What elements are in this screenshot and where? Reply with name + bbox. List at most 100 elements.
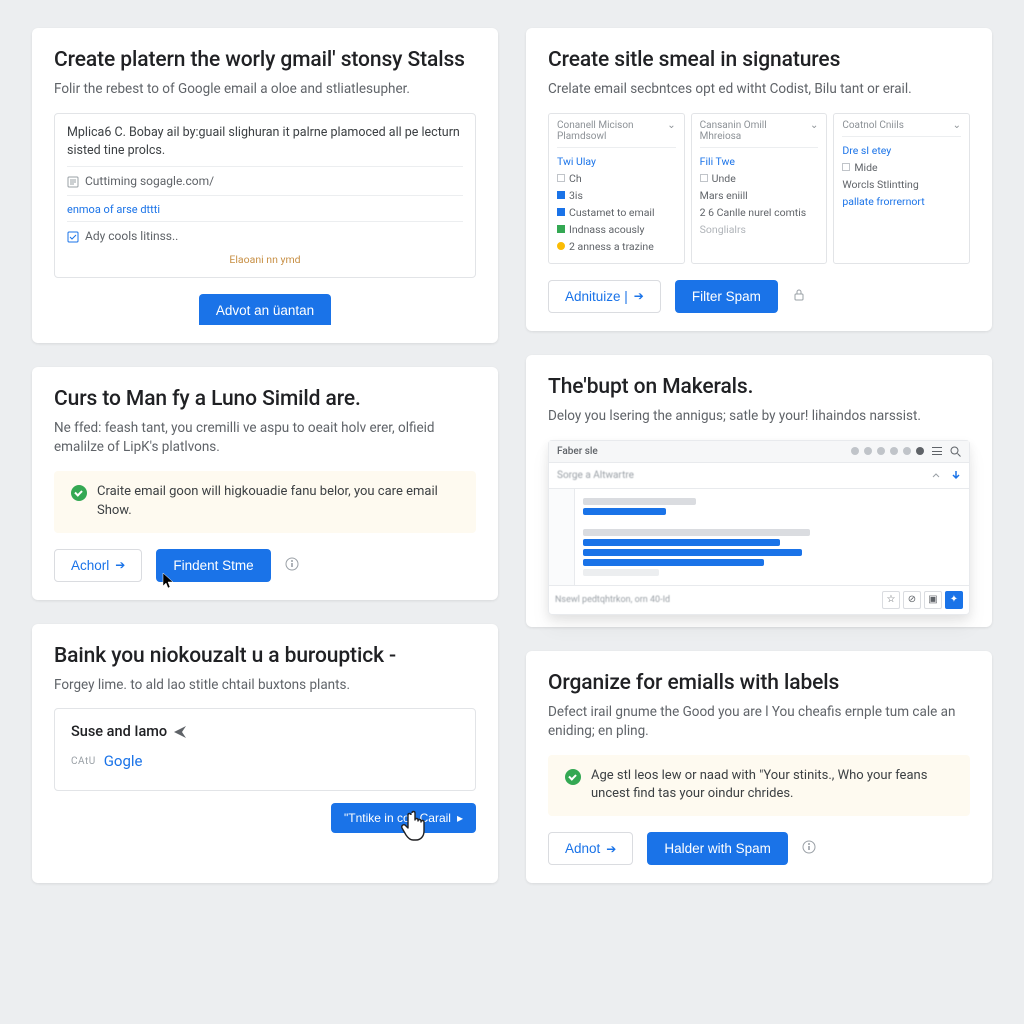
button-label: Achorl (71, 558, 109, 573)
col-header: Cansanin Omill Mhreiosa (700, 120, 810, 142)
button-label: Adnot (565, 841, 600, 856)
halder-spam-button[interactable]: Halder with Spam (647, 832, 788, 865)
chevron-up-icon[interactable] (931, 470, 941, 480)
menu-icon[interactable] (932, 447, 942, 455)
button-label: Findent Stme (173, 558, 253, 573)
snippet-top-text: Mplica6 C. Bobay ail by:guail slighuran … (67, 124, 463, 160)
compose-preview: Suse and Iamo CAtU Gogle (54, 708, 476, 791)
inbox-search[interactable]: Sorge a Altwartre (549, 463, 969, 489)
expand-icon[interactable]: ✦ (945, 591, 963, 609)
col-subhead: Dre sI etey (842, 142, 961, 159)
button-label: Adnituize | (565, 289, 628, 304)
col-subhead: Twi Ulay (557, 153, 676, 170)
card-baink: Baink you niokouzalt u a burouptick - Fo… (32, 624, 498, 884)
trash-icon[interactable]: ▣ (924, 591, 942, 609)
column-1[interactable]: Conanell Micison Plamdsowl⌄ Twi Ulay Ch … (548, 113, 685, 264)
col-item: 2 anness a trazine (569, 240, 654, 253)
col-subhead: Fili Twe (700, 153, 819, 170)
subject-text: Suse and Iamo (71, 723, 167, 740)
footer-status: Nsewl pedtqhtrkon, orn 40-Id (555, 595, 670, 605)
col-item: Indnass acously (569, 223, 644, 236)
compose-from: CAtU Gogle (71, 752, 459, 770)
card-description: Crelate email secbntces opt ed witht Cod… (548, 80, 970, 99)
columns-preview: Conanell Micison Plamdsowl⌄ Twi Ulay Ch … (548, 113, 970, 264)
col-item: 3is (569, 189, 583, 202)
card-title: The'bupt on Makerals. (548, 375, 970, 399)
button-label: Advot an üantan (216, 303, 314, 318)
card-description: Deloy you lsering the annigus; satle by … (548, 407, 970, 426)
filter-spam-button[interactable]: Filter Spam (675, 280, 778, 313)
card-title: Curs to Man fy a Luno Simild are. (54, 387, 476, 411)
col-item: Mars eniill (700, 189, 748, 202)
card-create-plater: Create platern the worly gmail' stonsy S… (32, 28, 498, 343)
col-item: pallate frorrernort (842, 195, 924, 208)
card-makerals: The'bupt on Makerals. Deloy you lsering … (526, 355, 992, 627)
card-title: Create sitle smeal in signatures (548, 48, 970, 72)
lock-icon (792, 287, 806, 306)
inbox-main (575, 489, 969, 585)
inbox-footer: Nsewl pedtqhtrkon, orn 40-Id ☆ ⊘ ▣ ✦ (549, 585, 969, 614)
tntike-button[interactable]: "Tntike in con Carail ▸ (331, 803, 476, 833)
column-2[interactable]: Cansanin Omill Mhreiosa⌄ Fili Twe Unde M… (691, 113, 828, 264)
button-label: Filter Spam (692, 289, 761, 304)
adnot-button[interactable]: Adnot ➔ (548, 832, 633, 865)
inbox-tabbar: Faber sle (549, 441, 969, 463)
inbox-sidebar (549, 489, 575, 585)
card-title: Create platern the worly gmail' stonsy S… (54, 48, 476, 72)
chevron-down-icon: ⌄ (667, 120, 675, 142)
snippet-row[interactable]: Ady cools litinss.. (67, 221, 463, 245)
snippet-row[interactable]: Cuttiming sogagle.com/ (67, 166, 463, 190)
col-header: Coatnol Cniils (842, 120, 904, 131)
compose-subject: Suse and Iamo (71, 723, 459, 740)
check-square-icon (67, 231, 79, 243)
chevron-down-icon: ⌄ (810, 120, 818, 142)
achorl-button[interactable]: Achorl ➔ (54, 549, 142, 582)
button-label: Halder with Spam (664, 841, 771, 856)
col-item: Unde (712, 172, 736, 185)
arrow-right-icon: ➔ (115, 558, 125, 572)
info-callout: Craite email goon will higkouadie fanu b… (54, 471, 476, 533)
col-item: Custamet to email (569, 206, 655, 219)
check-circle-icon (71, 485, 87, 501)
card-signatures: Create sitle smeal in signatures Crelate… (526, 28, 992, 331)
info-callout: Age stl leos lew or naad with "Your stin… (548, 755, 970, 817)
card-description: Defect irail gnume the Good you are l Yo… (548, 703, 970, 741)
from-value: Gogle (104, 752, 143, 770)
info-icon[interactable] (802, 839, 816, 858)
snippet-footer-link[interactable]: Elaoani nn ymd (67, 252, 463, 267)
arrow-right-icon: ➔ (634, 289, 644, 303)
card-description: Forgey lime. to ald lao stitle chtail bu… (54, 676, 476, 695)
chevron-down-icon: ⌄ (953, 120, 961, 131)
info-text: Craite email goon will higkouadie fanu b… (97, 483, 462, 521)
download-icon[interactable] (951, 470, 961, 480)
send-icon (173, 725, 187, 739)
col-item: Mide (854, 161, 877, 174)
circle-slash-icon[interactable]: ⊘ (903, 591, 921, 609)
snippet-link-blur: enmoa of arse dttti (67, 202, 160, 218)
findent-stme-button[interactable]: Findent Stme (156, 549, 270, 582)
from-label: CAtU (71, 756, 96, 767)
play-icon: ▸ (457, 811, 463, 825)
card-description: Folir the rebest to of Google email a ol… (54, 80, 476, 99)
col-item: Songlialrs (700, 223, 746, 236)
star-icon[interactable]: ☆ (882, 591, 900, 609)
advot-button[interactable]: Advot an üantan (199, 294, 331, 325)
search-icon[interactable] (950, 446, 961, 457)
snippet-row-text: Ady cools litinss.. (85, 228, 178, 245)
col-item: 2 6 Canlle nurel comtis (700, 206, 807, 219)
col-item: Ch (569, 172, 582, 185)
card-organize-labels: Organize for emialls with labels Defect … (526, 651, 992, 883)
card-curs-man: Curs to Man fy a Luno Simild are. Ne ffe… (32, 367, 498, 599)
column-3[interactable]: Coatnol Cniils ⌄ Dre sI etey Mide Worcls … (833, 113, 970, 264)
snippet-box: Mplica6 C. Bobay ail by:guail slighuran … (54, 113, 476, 278)
info-icon[interactable] (285, 556, 299, 575)
card-title: Baink you niokouzalt u a burouptick - (54, 644, 476, 668)
info-text: Age stl leos lew or naad with "Your stin… (591, 767, 956, 805)
adnituize-button[interactable]: Adnituize | ➔ (548, 280, 661, 313)
inbox-mockup: Faber sle Sorge a Altwartre (548, 440, 970, 615)
col-item: Worcls Stlintting (842, 178, 918, 191)
col-header: Conanell Micison Plamdsowl (557, 120, 667, 142)
card-title: Organize for emialls with labels (548, 671, 970, 695)
inbox-tab[interactable]: Faber sle (557, 446, 598, 457)
check-circle-icon (565, 769, 581, 785)
